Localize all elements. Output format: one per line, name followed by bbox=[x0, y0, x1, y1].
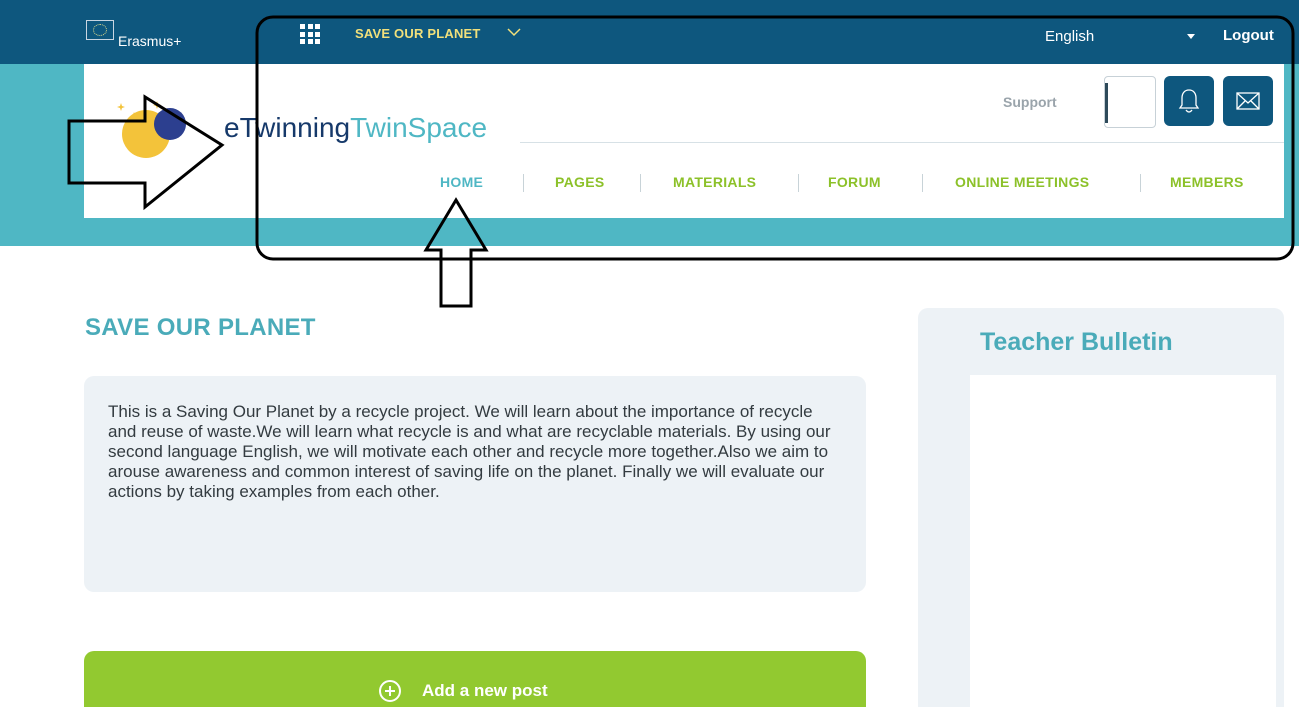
etwinning-logo-icon bbox=[117, 101, 186, 158]
nav-item-pages[interactable]: PAGES bbox=[555, 174, 604, 190]
page: Erasmus+ SAVE OUR PLANET English Logout … bbox=[0, 0, 1299, 707]
add-post-button[interactable]: Add a new post bbox=[84, 651, 866, 707]
project-description-card: This is a Saving Our Planet by a recycle… bbox=[84, 376, 866, 592]
language-select[interactable]: English bbox=[1045, 28, 1094, 45]
logout-link[interactable]: Logout bbox=[1223, 27, 1274, 44]
eu-flag-icon bbox=[86, 20, 114, 40]
nav-separator bbox=[523, 174, 524, 192]
header-divider bbox=[520, 142, 1284, 143]
header-band-bottom bbox=[0, 218, 1299, 246]
notifications-button[interactable] bbox=[1164, 76, 1214, 126]
brand-twinspace: TwinSpace bbox=[350, 112, 488, 143]
mail-icon bbox=[1236, 92, 1260, 110]
project-description: This is a Saving Our Planet by a recycle… bbox=[108, 402, 831, 501]
caret-down-icon[interactable] bbox=[1187, 34, 1195, 39]
nav-separator bbox=[922, 174, 923, 192]
chevron-down-icon[interactable] bbox=[507, 27, 521, 37]
nav-item-members[interactable]: MEMBERS bbox=[1170, 174, 1244, 190]
support-link[interactable]: Support bbox=[1003, 94, 1057, 110]
messages-button[interactable] bbox=[1223, 76, 1273, 126]
nav-separator bbox=[1140, 174, 1141, 192]
profile-avatar[interactable] bbox=[1104, 76, 1156, 128]
nav-item-home[interactable]: HOME bbox=[440, 174, 483, 190]
brand-etwinning: eTwinning bbox=[224, 112, 351, 143]
nav-separator bbox=[640, 174, 641, 192]
top-bar: Erasmus+ SAVE OUR PLANET English Logout bbox=[0, 0, 1299, 64]
bell-icon bbox=[1178, 89, 1200, 113]
grid-icon[interactable] bbox=[300, 24, 320, 44]
teacher-bulletin-panel: Teacher Bulletin bbox=[918, 308, 1284, 707]
teacher-bulletin-title: Teacher Bulletin bbox=[980, 328, 1173, 356]
site-brand[interactable]: eTwinningTwinSpace bbox=[224, 112, 487, 144]
page-title: SAVE OUR PLANET bbox=[85, 314, 316, 341]
plus-circle-icon bbox=[379, 680, 401, 702]
erasmus-label: Erasmus+ bbox=[118, 33, 182, 49]
nav-separator bbox=[798, 174, 799, 192]
nav-item-materials[interactable]: MATERIALS bbox=[673, 174, 756, 190]
add-post-label: Add a new post bbox=[422, 681, 548, 700]
nav-item-online-meetings[interactable]: ONLINE MEETINGS bbox=[955, 174, 1089, 190]
project-switcher[interactable]: SAVE OUR PLANET bbox=[355, 26, 481, 41]
teacher-bulletin-content bbox=[970, 375, 1276, 707]
nav-item-forum[interactable]: FORUM bbox=[828, 174, 881, 190]
main-nav: HOME PAGES MATERIALS FORUM ONLINE MEETIN… bbox=[420, 174, 1284, 194]
